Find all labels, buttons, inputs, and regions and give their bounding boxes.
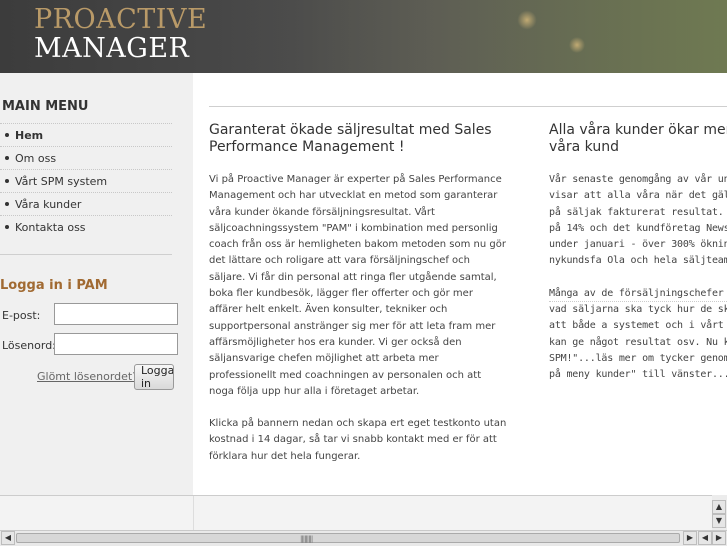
main-menu-title: MAIN MENU bbox=[2, 99, 89, 114]
sidebar: MAIN MENU Hem Om oss Vårt SPM system Vår… bbox=[0, 73, 193, 495]
scroll-down-arrow-icon[interactable]: ▼ bbox=[712, 514, 726, 528]
login-button[interactable]: Logga in bbox=[134, 364, 174, 390]
column-divider bbox=[549, 301, 727, 302]
content-top-rule bbox=[209, 106, 727, 107]
menu-item-label: Våra kunder bbox=[15, 197, 82, 211]
site-logo[interactable]: PROACTIVE MANAGER bbox=[34, 6, 207, 62]
menu-item-label: Hem bbox=[15, 128, 44, 142]
intro-paragraph-1: Vi på Proactive Manager är experter på S… bbox=[209, 174, 506, 397]
customers-heading: Alla våra kunder ökar mer om vad våra ku… bbox=[549, 122, 727, 155]
bullet-icon bbox=[5, 179, 9, 183]
footer-divider bbox=[193, 496, 194, 531]
site-header: PROACTIVE MANAGER bbox=[0, 0, 727, 73]
horizontal-scrollbar[interactable]: ◀ ||||||||| ▶ ◀ ▶ bbox=[0, 530, 727, 546]
scroll-left-arrow-icon-2[interactable]: ◀ bbox=[698, 531, 712, 545]
menu-item-kontakta-oss[interactable]: Kontakta oss bbox=[0, 215, 172, 238]
menu-item-spm-system[interactable]: Vårt SPM system bbox=[0, 169, 172, 192]
logo-line-1: PROACTIVE bbox=[34, 4, 208, 35]
scroll-left-arrow-icon[interactable]: ◀ bbox=[1, 531, 15, 545]
menu-item-om-oss[interactable]: Om oss bbox=[0, 146, 172, 169]
login-title: Logga in i PAM bbox=[0, 278, 108, 293]
intro-paragraph-2: Klicka på bannern nedan och skapa ert eg… bbox=[209, 418, 507, 462]
scroll-up-arrow-icon[interactable]: ▲ bbox=[712, 500, 726, 514]
forgot-password-link[interactable]: Glömt lösenordet? bbox=[37, 370, 138, 383]
main-content: Garanterat ökade säljresultat med Sales … bbox=[193, 73, 727, 495]
logo-line-2: MANAGER bbox=[34, 33, 190, 64]
header-banner-image bbox=[227, 0, 727, 73]
content-column-left: Garanterat ökade säljresultat med Sales … bbox=[209, 122, 509, 465]
main-menu-list: Hem Om oss Vårt SPM system Våra kunder K… bbox=[0, 123, 172, 238]
menu-item-label: Om oss bbox=[15, 151, 57, 165]
menu-item-label: Kontakta oss bbox=[15, 220, 86, 234]
login-divider bbox=[0, 254, 172, 255]
bullet-icon bbox=[5, 133, 9, 137]
password-label: Lösenord: bbox=[2, 339, 56, 352]
bullet-icon bbox=[5, 202, 9, 206]
scroll-grip-icon: ||||||||| bbox=[300, 535, 313, 543]
vertical-scrollbar[interactable]: ▲ ▼ bbox=[712, 495, 727, 530]
scroll-right-arrow-icon[interactable]: ▶ bbox=[683, 531, 697, 545]
menu-item-label: Vårt SPM system bbox=[15, 174, 108, 188]
menu-item-hem[interactable]: Hem bbox=[0, 123, 172, 146]
menu-item-vara-kunder[interactable]: Våra kunder bbox=[0, 192, 172, 215]
password-field[interactable] bbox=[54, 333, 178, 355]
customers-paragraph-1: Vår senaste genomgång av vår under Q1-Q2… bbox=[549, 174, 727, 267]
scroll-right-arrow-icon-2[interactable]: ▶ bbox=[712, 531, 726, 545]
bullet-icon bbox=[5, 225, 9, 229]
bullet-icon bbox=[5, 156, 9, 160]
content-column-right: Alla våra kunder ökar mer om vad våra ku… bbox=[549, 122, 727, 384]
intro-heading: Garanterat ökade säljresultat med Sales … bbox=[209, 122, 492, 155]
horizontal-scroll-thumb[interactable]: ||||||||| bbox=[16, 533, 680, 543]
email-label: E-post: bbox=[2, 309, 41, 322]
email-field[interactable] bbox=[54, 303, 178, 325]
